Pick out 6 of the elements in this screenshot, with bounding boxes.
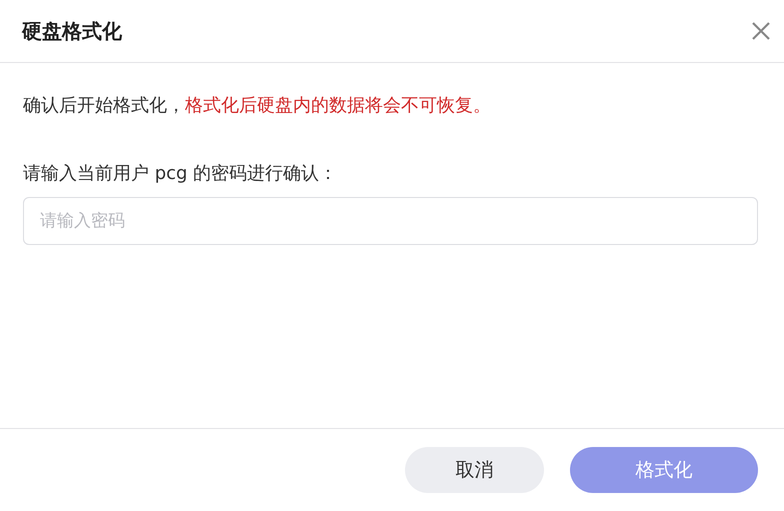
warning-message: 确认后开始格式化，格式化后硬盘内的数据将会不可恢复。 xyxy=(23,94,492,117)
password-label: 请输入当前用户 pcg 的密码进行确认： xyxy=(23,162,338,185)
dialog-title: 硬盘格式化 xyxy=(22,18,122,44)
password-field[interactable]: 请输入密码 xyxy=(23,197,758,245)
close-icon[interactable] xyxy=(750,20,772,42)
cancel-button[interactable]: 取消 xyxy=(405,447,544,493)
